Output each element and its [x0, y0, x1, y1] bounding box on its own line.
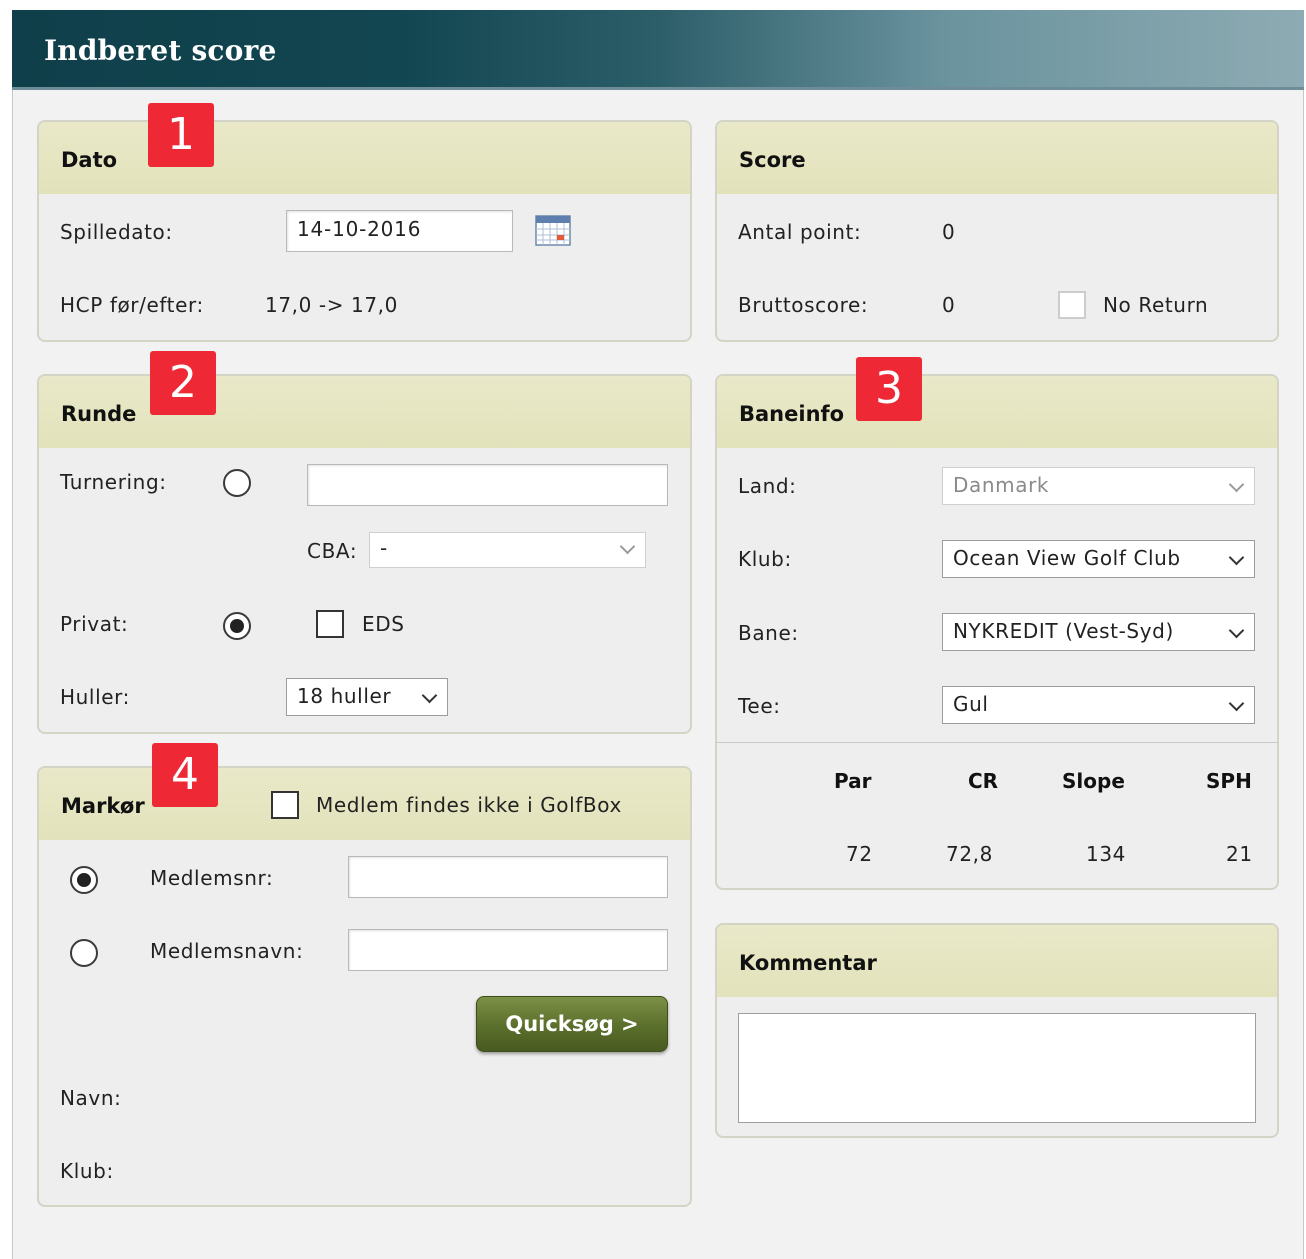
chevron-down-icon	[1228, 549, 1245, 566]
not-member-label: Medlem findes ikke i GolfBox	[316, 793, 622, 817]
hcp-label: HCP før/efter:	[60, 293, 204, 317]
spilledato-label: Spilledato:	[60, 220, 173, 244]
medlemsnr-input[interactable]	[348, 856, 668, 898]
turnering-input[interactable]	[307, 464, 668, 506]
step-badge-3: 3	[856, 357, 922, 421]
chevron-down-icon	[619, 538, 636, 555]
medlemsnr-radio[interactable]	[70, 866, 98, 894]
stats-value-slope: 134	[1086, 842, 1126, 866]
chevron-down-icon	[1228, 476, 1245, 493]
step-badge-4: 4	[152, 743, 218, 807]
markor-title: Markør	[61, 794, 145, 818]
runde-title: Runde	[61, 402, 137, 426]
medlemsnavn-label: Medlemsnavn:	[150, 939, 304, 963]
step-badge-1: 1	[148, 103, 214, 167]
bruttoscore-value: 0	[942, 293, 956, 317]
bane-select-value: NYKREDIT (Vest-Syd)	[953, 619, 1174, 643]
bruttoscore-label: Bruttoscore:	[738, 293, 869, 317]
huller-select[interactable]: 18 huller	[286, 678, 448, 716]
score-title: Score	[739, 148, 806, 172]
medlemsnavn-radio[interactable]	[70, 939, 98, 967]
chevron-down-icon	[421, 687, 438, 704]
page-header: Indberet score	[12, 10, 1304, 90]
eds-checkbox[interactable]	[316, 610, 344, 638]
land-select: Danmark	[942, 467, 1255, 505]
stats-header-par: Par	[834, 769, 872, 793]
land-select-value: Danmark	[953, 473, 1050, 497]
eds-label: EDS	[362, 612, 405, 636]
tee-label: Tee:	[738, 694, 781, 718]
stats-header-cr: CR	[968, 769, 999, 793]
calendar-icon[interactable]	[535, 214, 571, 246]
no-return-label: No Return	[1103, 293, 1209, 317]
tee-select[interactable]: Gul	[942, 686, 1255, 724]
not-member-checkbox[interactable]	[271, 791, 299, 819]
klub-select[interactable]: Ocean View Golf Club	[942, 540, 1255, 578]
baneinfo-title: Baneinfo	[739, 402, 845, 426]
spilledato-input[interactable]: 14-10-2016	[286, 210, 513, 252]
dato-title: Dato	[61, 148, 118, 172]
kommentar-title: Kommentar	[739, 951, 877, 975]
kommentar-panel-header: Kommentar	[717, 925, 1277, 997]
quicksearch-button[interactable]: Quicksøg >	[476, 996, 668, 1052]
navn-label: Navn:	[60, 1086, 122, 1110]
cba-label: CBA:	[307, 539, 358, 563]
privat-radio[interactable]	[223, 612, 251, 640]
antal-point-value: 0	[942, 220, 956, 244]
turnering-radio[interactable]	[223, 469, 251, 497]
runde-panel-header: Runde	[39, 376, 690, 448]
bane-select[interactable]: NYKREDIT (Vest-Syd)	[942, 613, 1255, 651]
stats-value-sph: 21	[1226, 842, 1253, 866]
kommentar-textarea[interactable]	[738, 1013, 1256, 1123]
markor-panel: Markør	[37, 766, 692, 1207]
dato-panel-header: Dato	[39, 122, 690, 194]
baneinfo-divider	[717, 742, 1277, 743]
score-panel-header: Score	[717, 122, 1277, 194]
antal-point-label: Antal point:	[738, 220, 862, 244]
medlemsnr-label: Medlemsnr:	[150, 866, 274, 890]
stats-header-sph: SPH	[1206, 769, 1252, 793]
huller-label: Huller:	[60, 685, 130, 709]
step-badge-2: 2	[150, 351, 216, 415]
baneinfo-panel-header: Baneinfo	[717, 376, 1277, 448]
privat-label: Privat:	[60, 612, 129, 636]
klub-label: Klub:	[738, 547, 792, 571]
cba-select-value: -	[380, 536, 388, 560]
no-return-checkbox[interactable]	[1058, 291, 1086, 319]
chevron-down-icon	[1228, 622, 1245, 639]
stats-value-par: 72	[846, 842, 873, 866]
stats-value-cr: 72,8	[946, 842, 993, 866]
tee-select-value: Gul	[953, 692, 989, 716]
page-title: Indberet score	[44, 34, 277, 67]
markor-klub-label: Klub:	[60, 1159, 114, 1183]
hcp-value: 17,0 -> 17,0	[265, 293, 398, 317]
bane-label: Bane:	[738, 621, 799, 645]
land-label: Land:	[738, 474, 797, 498]
medlemsnavn-input[interactable]	[348, 929, 668, 971]
stats-header-slope: Slope	[1062, 769, 1125, 793]
cba-select[interactable]: -	[369, 532, 646, 568]
klub-select-value: Ocean View Golf Club	[953, 546, 1181, 570]
huller-select-value: 18 huller	[297, 684, 392, 708]
turnering-label: Turnering:	[60, 470, 167, 494]
chevron-down-icon	[1228, 695, 1245, 712]
